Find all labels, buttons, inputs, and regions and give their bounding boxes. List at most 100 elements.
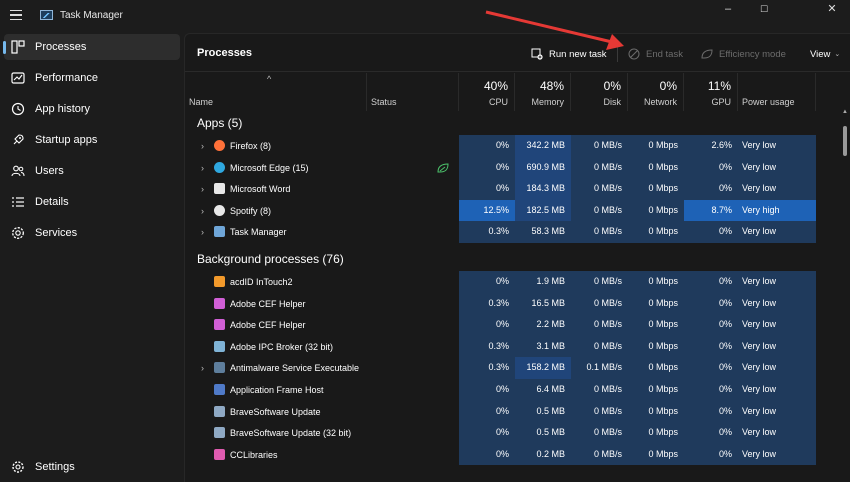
services-icon <box>12 227 24 239</box>
cell-cpu: 0% <box>459 178 515 200</box>
sidebar-item-processes[interactable]: Processes <box>3 34 180 60</box>
cell-memory: 0.5 MB <box>515 422 571 444</box>
cell-gpu: 0% <box>684 335 738 358</box>
column-header-cpu[interactable]: 40% CPU <box>459 73 515 111</box>
cell-gpu: 0% <box>684 178 738 200</box>
table-row[interactable]: › Microsoft Edge (15) 0% 690.9 MB 0 MB/s 0 Mb… <box>185 156 835 179</box>
column-header-memory[interactable]: 48% Memory <box>515 73 571 111</box>
table-row[interactable]: › Firefox (8) 0% 342.2 MB 0 MB/s 0 Mbps 2.6% Ve… <box>185 135 835 157</box>
process-name: Antimalware Service Executable <box>230 363 360 374</box>
sidebar-item-label: Services <box>35 227 78 239</box>
column-header-gpu[interactable]: 11% GPU <box>684 73 738 111</box>
cell-power: Very low <box>738 357 816 379</box>
column-header-disk[interactable]: 0% Disk <box>571 73 628 111</box>
sidebar-item-details[interactable]: Details <box>4 189 180 215</box>
sidebar-item-startup-apps[interactable]: Startup apps <box>4 127 180 153</box>
sidebar-item-label: Performance <box>35 72 98 84</box>
table-row[interactable]: › Task Manager 0.3% 58.3 MB 0 MB/s 0 Mbps 0% Ve… <box>185 221 835 243</box>
table-row[interactable]: Adobe CEF Helper 0.3% 16.5 MB 0 MB/s 0 Mbps 0… <box>185 292 835 315</box>
cell-memory: 158.2 MB <box>515 357 571 379</box>
cell-power: Very low <box>738 178 816 200</box>
chevron-right-icon[interactable]: › <box>201 163 204 173</box>
table-row[interactable]: › Microsoft Word 0% 184.3 MB 0 MB/s 0 Mbps 0% V… <box>185 178 835 200</box>
cell-power: Very low <box>738 221 816 243</box>
sidebar-item-app-history[interactable]: App history <box>4 96 180 122</box>
table-row[interactable]: BraveSoftware Update 0% 0.5 MB 0 MB/s 0 Mbps… <box>185 400 835 423</box>
sidebar-item-services[interactable]: Services <box>4 220 180 246</box>
cell-network: 0 Mbps <box>628 178 684 200</box>
maximize-button[interactable]: ☐ <box>746 0 782 20</box>
scrollbar-thumb[interactable] <box>843 126 847 156</box>
column-header-power-usage[interactable]: Power usage <box>738 73 816 111</box>
chevron-right-icon[interactable]: › <box>201 227 204 237</box>
cell-cpu: 0% <box>459 422 515 444</box>
sidebar-item-performance[interactable]: Performance <box>4 65 180 91</box>
chevron-down-icon: ⌄ <box>834 51 841 58</box>
efficiency-mode-button[interactable]: Efficiency mode <box>701 45 786 63</box>
sidebar-item-label: Processes <box>35 41 87 53</box>
chevron-right-icon[interactable]: › <box>201 184 204 194</box>
chevron-right-icon[interactable]: › <box>201 206 204 216</box>
cell-power: Very low <box>738 135 816 157</box>
cell-cpu: 0% <box>459 400 515 423</box>
processes-icon <box>11 40 25 54</box>
efficiency-leaf-icon <box>701 49 713 59</box>
process-name: Adobe CEF Helper <box>230 298 306 309</box>
table-row[interactable]: acdID InTouch2 0% 1.9 MB 0 MB/s 0 Mbps 0% Very… <box>185 271 835 293</box>
adobe-cef-icon <box>214 319 225 331</box>
scroll-up-icon[interactable]: ▲ <box>842 109 848 115</box>
firefox-icon <box>214 140 225 151</box>
sidebar: Processes Performance App history Startu… <box>0 32 183 482</box>
cell-gpu: 0% <box>684 314 738 336</box>
cell-gpu: 2.6% <box>684 135 738 157</box>
cell-disk: 0 MB/s <box>571 292 628 315</box>
group-header-apps: Apps (5) <box>185 111 835 133</box>
end-task-button[interactable]: End task <box>628 45 683 63</box>
cell-memory: 184.3 MB <box>515 178 571 200</box>
sidebar-item-label: App history <box>35 103 91 115</box>
chevron-right-icon[interactable]: › <box>201 363 204 373</box>
column-header-name[interactable]: Name <box>185 73 367 111</box>
cell-disk: 0 MB/s <box>571 178 628 200</box>
cell-disk: 0 MB/s <box>571 379 628 401</box>
cell-cpu: 0.3% <box>459 357 515 379</box>
cell-cpu: 0% <box>459 379 515 401</box>
adobe-ipc-icon <box>214 340 225 352</box>
cell-network: 0 Mbps <box>628 379 684 401</box>
chevron-right-icon[interactable]: › <box>201 141 204 151</box>
cell-power: Very low <box>738 379 816 401</box>
table-row[interactable]: › Antimalware Service Executable 0.3% 158.2… <box>185 357 835 379</box>
efficiency-leaf-icon <box>437 163 449 173</box>
sidebar-item-settings[interactable]: Settings <box>4 454 180 480</box>
close-button[interactable]: ✕ <box>814 0 850 20</box>
word-icon <box>214 183 225 195</box>
process-name: Application Frame Host <box>230 385 324 395</box>
cell-gpu: 0% <box>684 156 738 179</box>
end-task-label: End task <box>646 48 683 60</box>
task-manager-app-icon <box>40 10 53 20</box>
cell-power: Very low <box>738 271 816 293</box>
view-dropdown[interactable]: View ⌄ <box>810 45 840 63</box>
minimize-button[interactable]: – <box>710 0 746 20</box>
antimalware-icon <box>214 362 225 374</box>
cell-cpu: 12.5% <box>459 199 515 222</box>
cell-cpu: 0% <box>459 156 515 179</box>
edge-icon <box>214 161 225 173</box>
cell-gpu: 0% <box>684 400 738 423</box>
table-row[interactable]: Adobe CEF Helper 0% 2.2 MB 0 MB/s 0 Mbps 0% Ve… <box>185 314 835 336</box>
brave-update-icon <box>214 427 225 439</box>
table-row[interactable]: › Spotify (8) 12.5% 182.5 MB 0 MB/s 0 Mbps 8.7… <box>185 199 835 222</box>
column-header-network[interactable]: 0% Network <box>628 73 684 111</box>
sidebar-item-users[interactable]: Users <box>4 158 180 184</box>
cell-disk: 0 MB/s <box>571 422 628 444</box>
hamburger-menu-icon[interactable] <box>10 10 22 20</box>
table-row[interactable]: CCLibraries 0% 0.2 MB 0 MB/s 0 Mbps 0% Very lo… <box>185 443 835 466</box>
table-row[interactable]: BraveSoftware Update (32 bit) 0% 0.5 MB 0 M… <box>185 422 835 444</box>
cell-gpu: 0% <box>684 379 738 401</box>
table-row[interactable]: Application Frame Host 0% 6.4 MB 0 MB/s 0 Mb… <box>185 379 835 401</box>
column-header-status[interactable]: Status <box>367 73 459 111</box>
cell-disk: 0 MB/s <box>571 271 628 293</box>
table-row[interactable]: Adobe IPC Broker (32 bit) 0.3% 3.1 MB 0 MB/… <box>185 335 835 358</box>
cell-cpu: 0% <box>459 443 515 466</box>
window-title: Task Manager <box>60 10 123 21</box>
